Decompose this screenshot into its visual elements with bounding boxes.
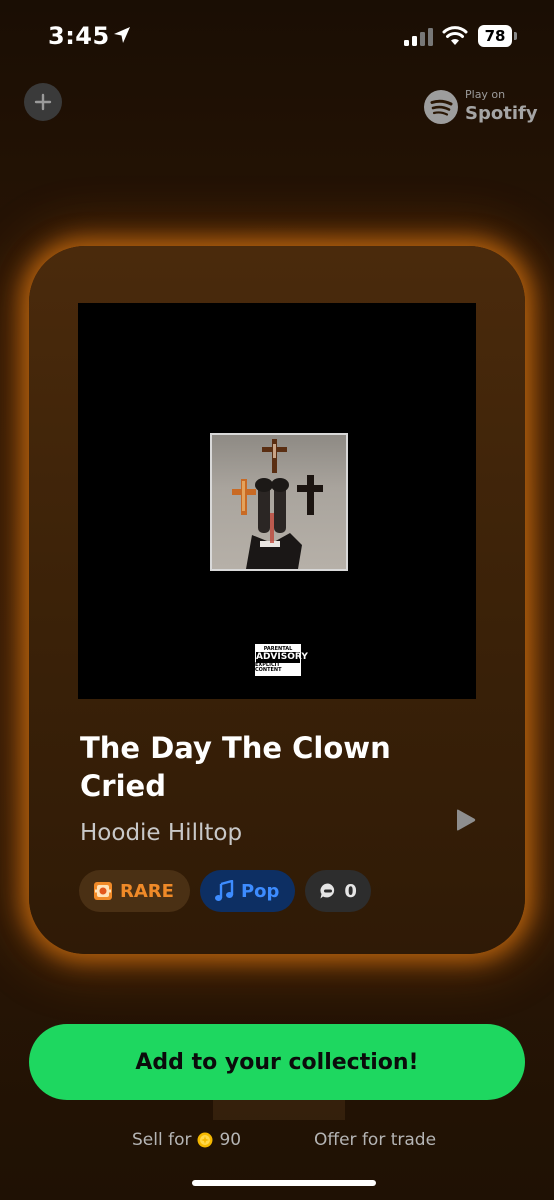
rare-badge-icon (94, 882, 112, 900)
signal-icon (404, 28, 433, 46)
spotify-label: Spotify (465, 103, 538, 124)
album-cover-image (210, 433, 348, 571)
add-to-collection-button[interactable]: Add to your collection! (29, 1024, 525, 1100)
tag-row: RARE Pop 0 (79, 870, 371, 912)
status-time: 3:45 (48, 22, 110, 50)
music-note-icon (214, 880, 234, 901)
song-card: PARENTAL ADVISORY EXPLICIT CONTENT The D… (29, 246, 525, 954)
comment-count-tag[interactable]: 0 (305, 870, 371, 912)
genre-tag[interactable]: Pop (199, 870, 296, 912)
track-title: The Day The Clown Cried (80, 731, 391, 803)
advisory-reflection (213, 1100, 345, 1120)
battery-level: 78 (478, 25, 512, 47)
play-icon[interactable] (453, 808, 477, 832)
offer-for-trade-button[interactable]: Offer for trade (314, 1130, 436, 1150)
chat-icon (320, 883, 335, 899)
comment-count: 0 (344, 880, 357, 902)
artist-name[interactable]: Hoodie Hilltop (80, 820, 242, 846)
battery-icon: 78 (478, 25, 518, 47)
play-on-spotify-button[interactable]: Play on Spotify (424, 86, 538, 130)
coin-icon (197, 1132, 213, 1148)
add-button[interactable] (24, 83, 62, 121)
spotify-icon (424, 90, 458, 124)
sell-price: 90 (219, 1130, 242, 1150)
sell-label: Sell for (132, 1130, 192, 1150)
location-arrow-icon (114, 27, 130, 43)
spotify-play-on-label: Play on (465, 88, 506, 101)
plus-icon (34, 93, 52, 111)
rarity-tag[interactable]: RARE (79, 870, 190, 912)
status-bar: 3:45 78 (0, 0, 554, 75)
home-indicator[interactable] (192, 1180, 376, 1186)
parental-advisory-badge: PARENTAL ADVISORY EXPLICIT CONTENT (254, 643, 308, 677)
genre-label: Pop (240, 880, 280, 902)
wifi-icon (442, 26, 468, 45)
advisory-bottom-text: EXPLICIT CONTENT (255, 662, 282, 673)
album-artwork: PARENTAL ADVISORY EXPLICIT CONTENT (78, 303, 476, 699)
rarity-label: RARE (120, 880, 174, 902)
sell-for-button[interactable]: Sell for 90 (132, 1130, 241, 1150)
